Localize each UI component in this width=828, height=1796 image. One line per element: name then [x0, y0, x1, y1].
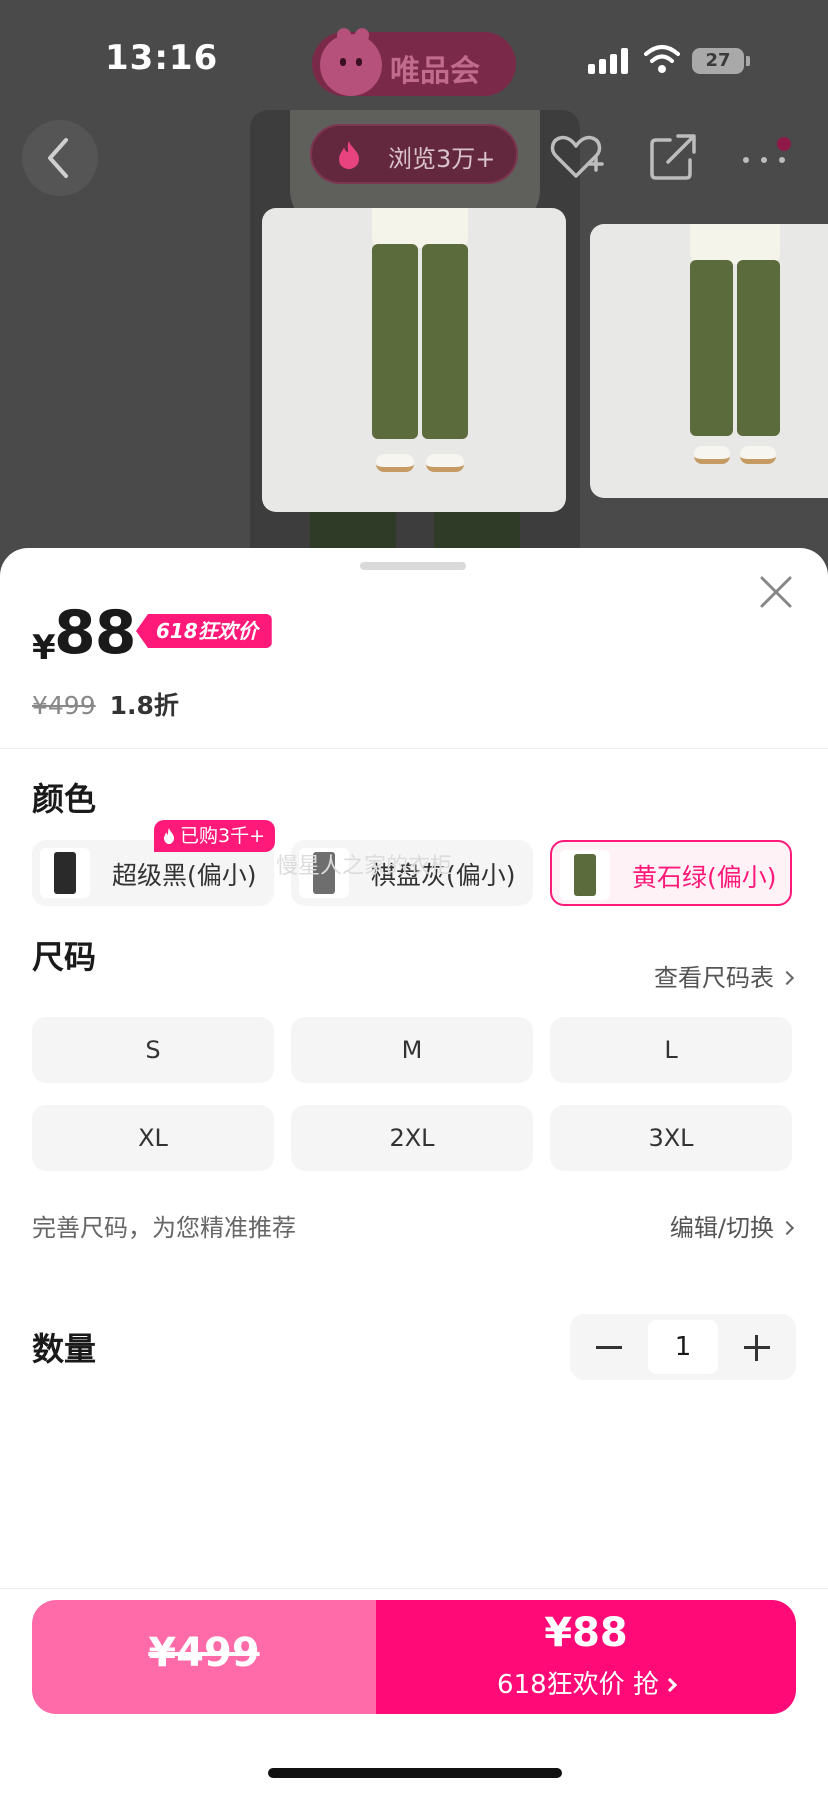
product-thumbnail[interactable]	[590, 224, 828, 498]
system-icons: 27	[588, 44, 758, 78]
sold-count-text: 已购3千+	[180, 825, 266, 847]
sold-count-tag: 已购3千+	[154, 820, 276, 852]
signal-icon	[588, 48, 630, 74]
status-time: 13:16	[105, 38, 219, 78]
size-chart-label: 查看尺码表	[654, 964, 774, 992]
buy-original-price: ¥499	[148, 1630, 260, 1676]
divider	[0, 1588, 828, 1589]
home-indicator	[268, 1768, 562, 1778]
close-button[interactable]	[754, 570, 798, 614]
share-button[interactable]	[640, 120, 704, 196]
rabbit-mascot-icon	[320, 26, 382, 96]
discount-label: 1.8折	[109, 691, 179, 720]
edit-size-label: 编辑/切换	[669, 1214, 774, 1242]
quantity-section-title: 数量	[32, 1330, 97, 1368]
size-section-title: 尺码	[32, 938, 97, 976]
size-option[interactable]: L	[550, 1017, 792, 1083]
quantity-value[interactable]: 1	[648, 1320, 718, 1374]
size-option[interactable]: 2XL	[291, 1105, 533, 1171]
color-option-label: 黄石绿(偏小)	[632, 863, 777, 892]
size-option[interactable]: XL	[32, 1105, 274, 1171]
color-section-title: 颜色	[32, 780, 97, 818]
color-swatch-image	[560, 850, 610, 900]
watermark-text: 慢星人之家的衣柜	[276, 854, 453, 879]
buy-bar: ¥499 ¥88 618狂欢价 抢	[32, 1600, 796, 1714]
color-swatch-image	[40, 848, 90, 898]
color-option-label: 超级黑(偏小)	[112, 861, 257, 890]
divider	[0, 748, 828, 749]
product-thumbnail[interactable]	[262, 208, 566, 512]
chevron-right-icon	[779, 1220, 795, 1236]
sale-price: 88	[54, 598, 136, 668]
share-icon	[650, 134, 696, 180]
sku-sheet: ¥ 88 618狂欢价 ¥499 1.8折 颜色 超级黑(偏小) 棋盘灰(偏小)…	[0, 548, 828, 1796]
wifi-icon	[644, 45, 680, 73]
views-badge: 浏览3万+	[310, 124, 518, 184]
more-button[interactable]	[734, 120, 798, 196]
buy-subtitle-row: 618狂欢价 抢	[376, 1664, 796, 1701]
battery-icon: 27	[692, 48, 750, 74]
color-option-selected[interactable]: 黄石绿(偏小)	[550, 840, 792, 906]
buy-price: ¥88	[544, 1610, 628, 1656]
product-preview-background: 13:16 唯品会 27 浏览3万+	[0, 0, 828, 580]
original-price-button[interactable]: ¥499	[32, 1600, 376, 1714]
original-price-row: ¥499 1.8折	[32, 686, 179, 722]
buy-subtitle: 618狂欢价 抢	[497, 1670, 659, 1700]
size-option[interactable]: 3XL	[550, 1105, 792, 1171]
promo-badge: 618狂欢价	[136, 614, 272, 648]
chevron-right-icon	[779, 970, 795, 986]
close-icon	[760, 576, 792, 608]
sheet-grabber[interactable]	[360, 562, 466, 570]
size-option[interactable]: S	[32, 1017, 274, 1083]
status-bar: 13:16 唯品会 27	[0, 0, 828, 112]
increase-quantity-button[interactable]	[720, 1314, 796, 1380]
battery-level: 27	[705, 50, 731, 71]
chevron-left-icon	[48, 138, 68, 178]
heart-add-icon	[550, 135, 604, 178]
app-badge-label: 唯品会	[390, 54, 480, 89]
buy-now-button[interactable]: ¥88 618狂欢价 抢	[376, 1600, 796, 1714]
size-hint: 完善尺码，为您精准推荐	[32, 1214, 296, 1242]
views-count: 浏览3万+	[388, 145, 496, 173]
back-button[interactable]	[22, 120, 98, 196]
edit-size-link[interactable]: 编辑/切换	[669, 1208, 795, 1243]
flame-icon	[339, 141, 359, 169]
flame-icon	[164, 828, 174, 844]
size-chart-link[interactable]: 查看尺码表	[654, 958, 795, 993]
favorite-button[interactable]	[544, 120, 608, 196]
more-dots-icon	[743, 137, 791, 163]
size-option[interactable]: M	[291, 1017, 533, 1083]
quantity-stepper: 1	[570, 1314, 796, 1380]
original-price: ¥499	[32, 691, 96, 720]
decrease-quantity-button[interactable]	[570, 1314, 646, 1380]
currency-symbol: ¥	[32, 628, 56, 668]
app-badge[interactable]: 唯品会	[312, 26, 516, 96]
chevron-right-icon	[662, 1677, 678, 1693]
